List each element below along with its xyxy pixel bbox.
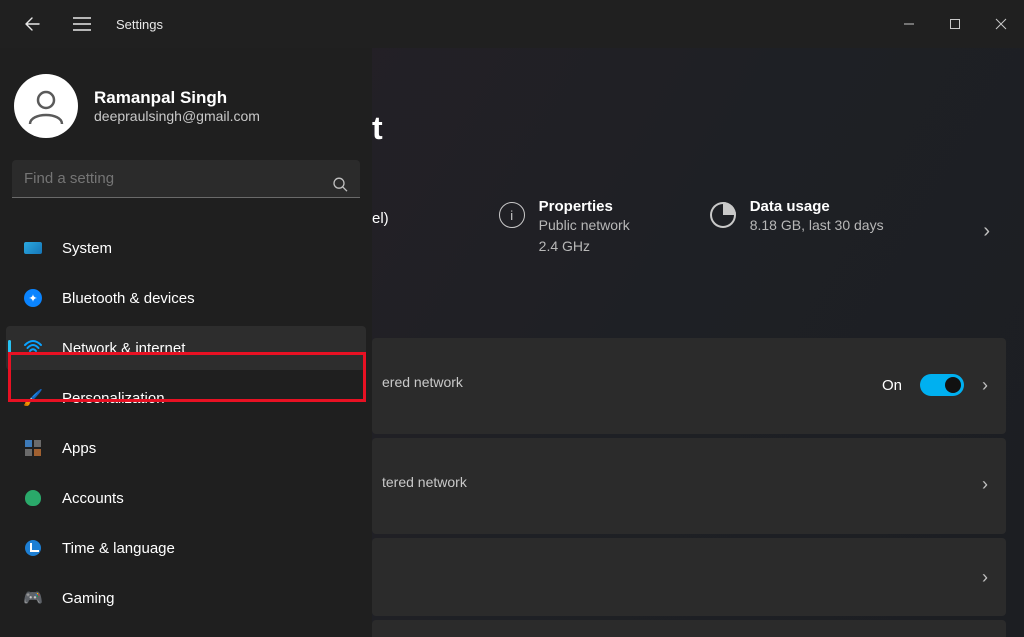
sidebar-item-label: Accounts <box>62 490 124 507</box>
wifi-icon <box>22 337 44 359</box>
settings-card[interactable]: › <box>372 538 1006 616</box>
accounts-icon <box>22 487 44 509</box>
minimize-button[interactable] <box>886 0 932 48</box>
settings-card-toggle-off[interactable]: Off › <box>372 620 1006 637</box>
sidebar-item-apps[interactable]: Apps <box>6 426 366 470</box>
properties-line2: 2.4 GHz <box>539 236 630 257</box>
sidebar-item-label: System <box>62 240 112 257</box>
toggle-state-label: On <box>882 377 902 394</box>
settings-card-wifi[interactable]: ered network On › <box>372 338 1006 434</box>
sidebar-item-time-language[interactable]: Time & language <box>6 526 366 570</box>
avatar <box>14 74 78 138</box>
account-email: deepraulsingh@gmail.com <box>94 108 260 124</box>
sidebar-item-gaming[interactable]: 🎮 Gaming <box>6 576 366 620</box>
sidebar: Ramanpal Singh deepraulsingh@gmail.com S… <box>0 48 372 637</box>
back-button[interactable] <box>16 0 48 48</box>
account-block[interactable]: Ramanpal Singh deepraulsingh@gmail.com <box>0 68 372 160</box>
chevron-right-icon: › <box>982 474 988 495</box>
card-sub-partial: tered network <box>382 474 467 490</box>
chevron-right-icon: › <box>982 567 988 588</box>
apps-icon <box>22 437 44 459</box>
card-sub-partial: ered network <box>382 374 463 390</box>
sidebar-item-bluetooth[interactable]: ✦ Bluetooth & devices <box>6 276 366 320</box>
sidebar-item-label: Network & internet <box>62 340 185 357</box>
app-title: Settings <box>116 17 163 32</box>
sidebar-item-label: Bluetooth & devices <box>62 290 195 307</box>
data-usage-line1: 8.18 GB, last 30 days <box>750 215 884 236</box>
sidebar-item-system[interactable]: System <box>6 226 366 270</box>
sidebar-item-personalization[interactable]: 🖌️ Personalization <box>6 376 366 420</box>
maximize-button[interactable] <box>932 0 978 48</box>
system-icon <box>22 237 44 259</box>
titlebar: Settings <box>0 0 1024 48</box>
sidebar-item-label: Time & language <box>62 540 175 557</box>
connected-network-partial: el) <box>372 210 389 227</box>
nav-toggle-button[interactable] <box>66 0 98 48</box>
properties-line1: Public network <box>539 215 630 236</box>
paintbrush-icon: 🖌️ <box>22 387 44 409</box>
gaming-icon: 🎮 <box>22 587 44 609</box>
clock-globe-icon <box>22 537 44 559</box>
chevron-right-icon: › <box>982 375 988 396</box>
sidebar-item-label: Personalization <box>62 390 165 407</box>
close-button[interactable] <box>978 0 1024 48</box>
toggle-switch[interactable] <box>920 374 964 396</box>
search-input[interactable] <box>12 160 360 198</box>
sidebar-item-label: Apps <box>62 440 96 457</box>
data-usage-title: Data usage <box>750 198 884 215</box>
data-usage-block[interactable]: Data usage 8.18 GB, last 30 days <box>710 198 884 236</box>
account-name: Ramanpal Singh <box>94 88 260 108</box>
sidebar-item-accounts[interactable]: Accounts <box>6 476 366 520</box>
bluetooth-icon: ✦ <box>22 287 44 309</box>
properties-title: Properties <box>539 198 630 215</box>
search-icon <box>333 177 348 195</box>
chevron-right-icon[interactable]: › <box>983 220 990 243</box>
nav-list: System ✦ Bluetooth & devices Network & i… <box>0 216 372 620</box>
pie-chart-icon <box>710 202 736 228</box>
settings-card-ethernet[interactable]: tered network › <box>372 438 1006 534</box>
page-title-partial: t <box>372 110 383 147</box>
sidebar-item-label: Gaming <box>62 590 115 607</box>
properties-block[interactable]: i Properties Public network 2.4 GHz <box>499 198 630 257</box>
sidebar-item-network[interactable]: Network & internet <box>6 326 366 370</box>
info-icon: i <box>499 202 525 228</box>
